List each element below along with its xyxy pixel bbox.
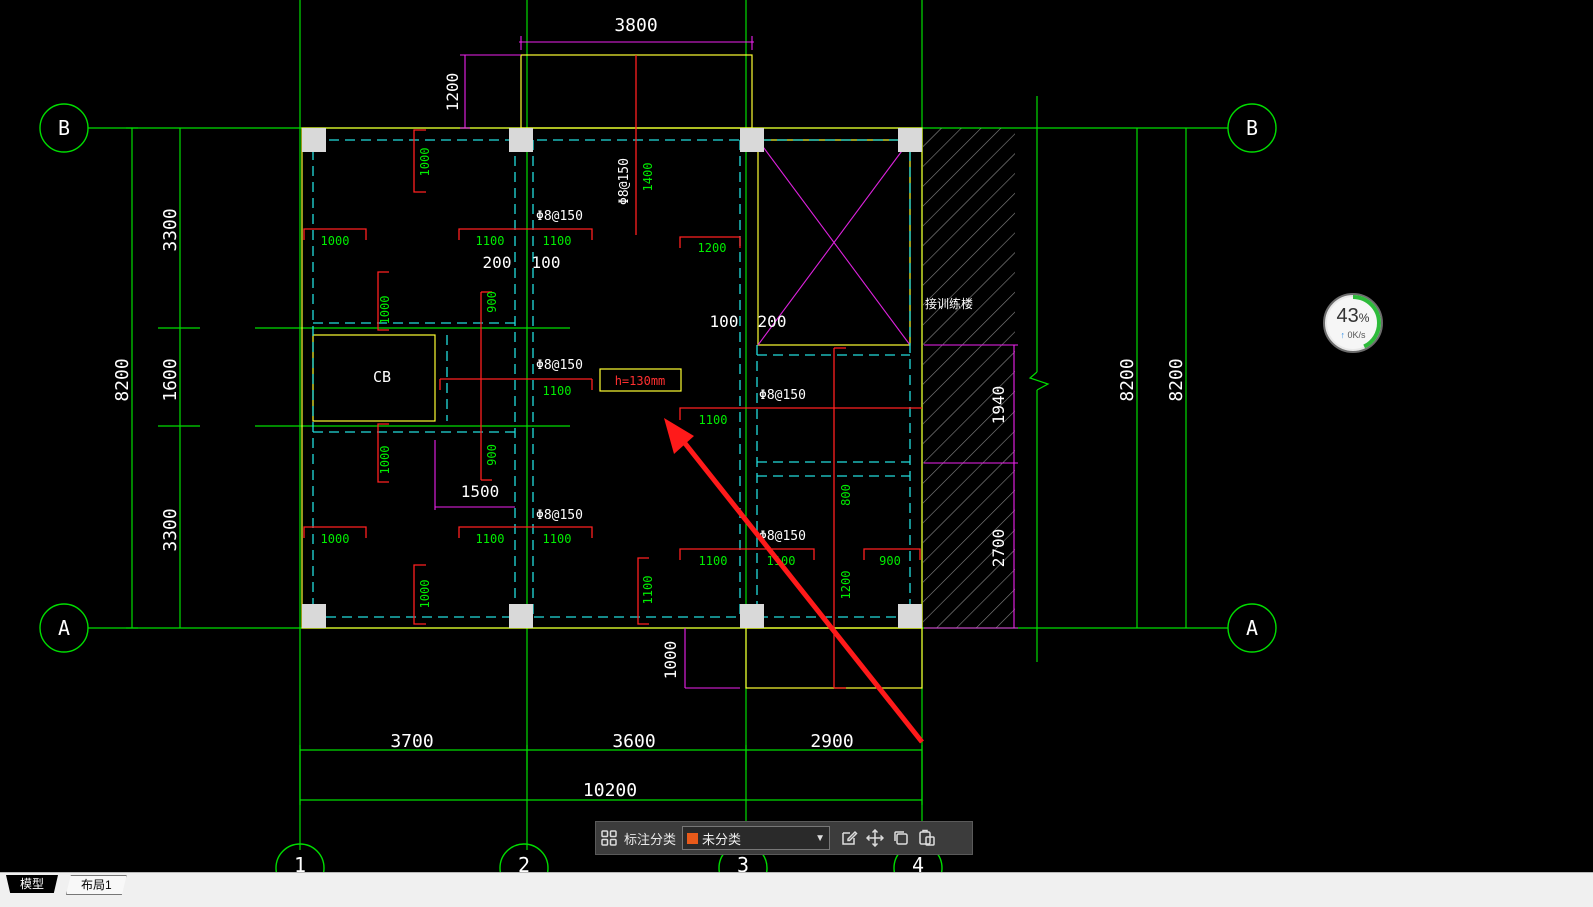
len-label: 1200 bbox=[698, 241, 727, 255]
len-label: 1000 bbox=[378, 446, 392, 475]
network-speed-widget[interactable]: 43% ↑ 0K/s bbox=[1322, 292, 1384, 354]
grid-label-a-right: A bbox=[1246, 616, 1258, 640]
len-label: 1400 bbox=[641, 163, 655, 192]
len-label: 1000 bbox=[418, 580, 432, 609]
cad-drawing-canvas[interactable]: B A B A 1 2 3 4 h=130mm CB 3800 3700 360… bbox=[0, 0, 1568, 872]
category-color-swatch bbox=[687, 832, 699, 844]
move-icon[interactable] bbox=[862, 825, 888, 851]
grid-label-a-left: A bbox=[58, 616, 70, 640]
edit-icon[interactable] bbox=[836, 825, 862, 851]
dim-top-opening-width: 3800 bbox=[614, 15, 657, 36]
dim-left-span-mid: 1600 bbox=[160, 358, 181, 401]
dim-left-span-bottom: 3300 bbox=[160, 508, 181, 551]
dim-overall-width: 10200 bbox=[583, 780, 637, 801]
dim-left-span-top: 3300 bbox=[160, 208, 181, 251]
upload-arrow-icon: ↑ bbox=[1340, 330, 1345, 340]
grid-label-1: 1 bbox=[294, 853, 306, 872]
speed-rate: 0K/s bbox=[1347, 330, 1366, 340]
tab-layout1[interactable]: 布局1 bbox=[66, 875, 127, 895]
grid-label-3: 3 bbox=[737, 853, 749, 872]
annotation-arrow[interactable] bbox=[664, 418, 924, 744]
tab-model[interactable]: 模型 bbox=[6, 875, 59, 893]
layout-tab-bar: 模型 布局1 bbox=[0, 872, 1593, 907]
annotation-toolbar: 标注分类 未分类 ▼ bbox=[595, 821, 973, 855]
wall-outline bbox=[301, 54, 923, 689]
category-select[interactable]: 未分类 ▼ bbox=[682, 826, 831, 850]
len-label: 1100 bbox=[543, 384, 572, 398]
rebar-label-2: Φ8@150 bbox=[536, 358, 583, 373]
dim-bay-2: 3600 bbox=[612, 731, 655, 752]
columns bbox=[302, 128, 922, 628]
stair-note: 接训练楼 bbox=[925, 296, 973, 311]
copy-icon[interactable] bbox=[888, 825, 914, 851]
rebar-label-1: Φ8@150 bbox=[536, 209, 583, 224]
len-label: 1100 bbox=[476, 234, 505, 248]
len-label: 900 bbox=[879, 554, 901, 568]
rebar-label-6: Φ8@150 bbox=[617, 158, 632, 205]
len-label: 900 bbox=[485, 291, 499, 313]
len-label: 1100 bbox=[543, 234, 572, 248]
dim-opening-1500: 1500 bbox=[461, 482, 500, 501]
cb-label: CB bbox=[373, 368, 391, 386]
dim-stair-2700: 2700 bbox=[989, 529, 1008, 568]
dim-gap-200-left: 200 bbox=[483, 253, 512, 272]
len-label: 1100 bbox=[699, 413, 728, 427]
category-selected-value: 未分类 bbox=[702, 831, 742, 847]
dim-top-opening-depth: 1200 bbox=[443, 73, 462, 112]
len-label: 1000 bbox=[378, 296, 392, 325]
speed-percent-unit: % bbox=[1358, 311, 1370, 325]
len-label-hidden: 1100 bbox=[999, 338, 1001, 341]
len-label: 1100 bbox=[476, 532, 505, 546]
rebar-label-3: Φ8@150 bbox=[536, 508, 583, 523]
dim-left-total: 8200 bbox=[112, 358, 133, 401]
floor-plan-svg: B A B A 1 2 3 4 h=130mm CB 3800 3700 360… bbox=[39, 0, 1277, 872]
grid-menu-icon[interactable] bbox=[596, 825, 622, 851]
len-label: 800 bbox=[839, 484, 853, 506]
len-label: 1000 bbox=[418, 148, 432, 177]
dim-bay-3: 2900 bbox=[810, 731, 853, 752]
hidden-beams bbox=[312, 139, 911, 618]
len-label: 900 bbox=[485, 444, 499, 466]
dim-stair-1940: 1940 bbox=[989, 386, 1008, 425]
rebar-label-4: Φ8@150 bbox=[759, 388, 806, 403]
grid-label-4: 4 bbox=[912, 853, 924, 872]
dim-gap-200-right: 200 bbox=[758, 312, 787, 331]
len-label: 1200 bbox=[839, 571, 853, 600]
len-label: 1100 bbox=[543, 532, 572, 546]
len-label: 1000 bbox=[321, 532, 350, 546]
dim-bay-1: 3700 bbox=[390, 731, 433, 752]
dim-right-total-inner: 8200 bbox=[1117, 358, 1138, 401]
dim-bottom-ext-1000: 1000 bbox=[661, 641, 680, 680]
grid-label-b-right: B bbox=[1246, 116, 1258, 140]
len-label: 1100 bbox=[641, 576, 655, 605]
speed-percent: 43 bbox=[1336, 305, 1359, 327]
dim-gap-100-left: 100 bbox=[532, 253, 561, 272]
len-label: 1100 bbox=[699, 554, 728, 568]
len-label: 1000 bbox=[321, 234, 350, 248]
grid-label-b-left: B bbox=[58, 116, 70, 140]
category-label: 标注分类 bbox=[624, 831, 677, 847]
dim-gap-100-right: 100 bbox=[710, 312, 739, 331]
grid-label-2: 2 bbox=[518, 853, 530, 872]
paste-icon[interactable] bbox=[914, 825, 940, 851]
slab-thickness-text: h=130mm bbox=[615, 374, 666, 388]
chevron-down-icon: ▼ bbox=[815, 832, 826, 844]
rebar-lines bbox=[303, 55, 922, 689]
dim-right-total-outer: 8200 bbox=[1166, 358, 1187, 401]
